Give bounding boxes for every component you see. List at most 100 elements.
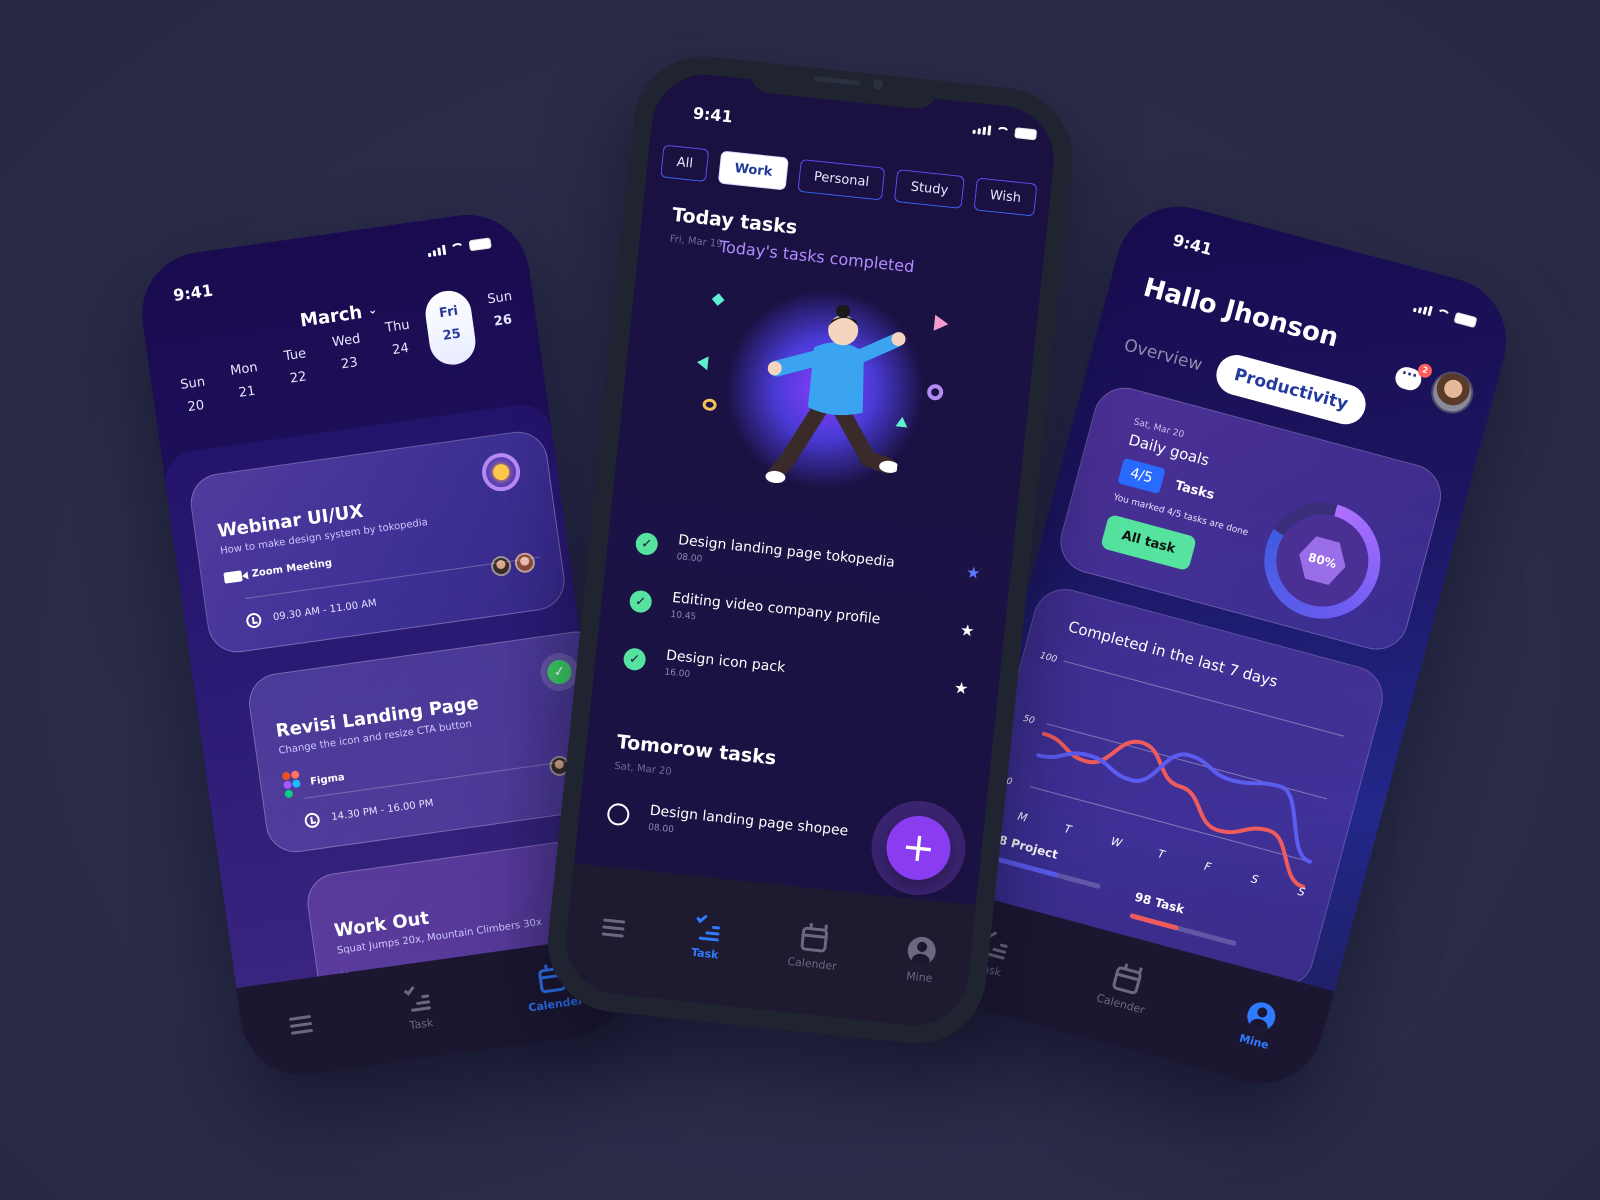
task-icon bbox=[694, 911, 721, 942]
day-sun-20[interactable]: Sun 20 bbox=[167, 359, 223, 439]
add-task-fab[interactable]: + bbox=[866, 796, 971, 900]
tab-menu[interactable] bbox=[289, 1014, 314, 1035]
battery-icon bbox=[1453, 311, 1478, 329]
event-time: 14.30 PM - 16.00 PM bbox=[303, 796, 435, 829]
task-progress-fill bbox=[1129, 912, 1179, 931]
y-tick-label: 50 bbox=[1022, 714, 1036, 727]
event-time-label: 14.30 PM - 16.00 PM bbox=[330, 797, 435, 824]
menu-icon bbox=[601, 917, 625, 938]
signal-icon bbox=[1412, 302, 1433, 317]
tab-label: Mine bbox=[1237, 1031, 1271, 1052]
tab-mine[interactable]: Mine bbox=[1237, 998, 1279, 1052]
messages-button[interactable]: ··· 2 bbox=[1392, 362, 1434, 393]
x-tick-label: T bbox=[1063, 822, 1074, 837]
empty-circle-checkbox[interactable] bbox=[606, 802, 631, 827]
day-name: Mon bbox=[229, 360, 259, 379]
filter-chips: All Work Personal Study Wish bbox=[660, 144, 1038, 217]
tab-calender[interactable]: Calender bbox=[787, 925, 841, 973]
calendar-icon bbox=[800, 925, 829, 953]
check-circle-icon[interactable]: ✓ bbox=[634, 531, 659, 556]
status-time: 9:41 bbox=[1170, 230, 1215, 260]
user-icon bbox=[1243, 998, 1279, 1033]
tab-calender[interactable]: Calender bbox=[1095, 962, 1154, 1016]
chevron-down-icon: ⌄ bbox=[366, 302, 378, 318]
tab-label: Calender bbox=[1095, 990, 1147, 1017]
event-time: 09.30 AM - 11.00 AM bbox=[245, 596, 377, 629]
day-wed-23[interactable]: Wed 23 bbox=[321, 316, 377, 396]
battery-icon bbox=[1014, 127, 1038, 141]
wifi-icon bbox=[995, 126, 1011, 138]
triangle-shape bbox=[933, 314, 950, 333]
all-task-button[interactable]: All task bbox=[1100, 513, 1197, 572]
day-number: 26 bbox=[492, 312, 513, 330]
day-tue-22[interactable]: Tue 22 bbox=[269, 331, 325, 411]
goal-ratio: 4/5 bbox=[1117, 457, 1166, 494]
day-mon-21[interactable]: Mon 21 bbox=[218, 345, 274, 425]
star-icon[interactable]: ★ bbox=[959, 620, 975, 640]
tab-label: Task bbox=[408, 1015, 435, 1032]
x-tick-label: W bbox=[1110, 835, 1125, 851]
day-name: Thu bbox=[384, 317, 411, 336]
avatar[interactable] bbox=[1426, 366, 1478, 419]
task-stat: 98 Task bbox=[1133, 889, 1186, 917]
filter-chip-all[interactable]: All bbox=[660, 144, 710, 183]
event-platform-label: Figma bbox=[309, 771, 346, 788]
menu-icon bbox=[289, 1014, 314, 1035]
wifi-icon bbox=[1435, 307, 1452, 322]
avatar bbox=[513, 551, 537, 575]
tab-task[interactable]: Task bbox=[690, 911, 723, 962]
star-icon[interactable]: ★ bbox=[953, 678, 969, 698]
tab-menu[interactable] bbox=[601, 917, 625, 938]
notification-badge: 2 bbox=[1416, 362, 1434, 380]
day-name: Sun bbox=[179, 374, 207, 393]
tab-task[interactable]: Task bbox=[404, 983, 435, 1032]
ring-shape bbox=[702, 398, 718, 412]
filter-chip-study[interactable]: Study bbox=[894, 169, 965, 209]
day-number: 22 bbox=[289, 369, 308, 387]
event-time-label: 09.30 AM - 11.00 AM bbox=[272, 597, 378, 624]
triangle-shape bbox=[895, 416, 909, 428]
day-name: Fri bbox=[438, 303, 460, 322]
day-name: Sun bbox=[486, 289, 514, 308]
status-icons bbox=[427, 237, 492, 258]
filter-chip-wish[interactable]: Wish bbox=[973, 177, 1038, 217]
tab-label: Calender bbox=[786, 954, 838, 973]
day-number: 24 bbox=[391, 340, 410, 359]
series-line-red bbox=[1042, 731, 1306, 889]
tab-overview[interactable]: Overview bbox=[1122, 335, 1204, 375]
progress-percent: 80% bbox=[1293, 533, 1351, 588]
y-tick-label: 100 bbox=[1039, 651, 1058, 665]
tab-label: Mine bbox=[905, 968, 934, 985]
x-tick-label: F bbox=[1203, 860, 1213, 874]
diamond-shape bbox=[711, 293, 725, 306]
status-time: 9:41 bbox=[692, 103, 734, 127]
tab-label: Task bbox=[690, 945, 720, 962]
gridline bbox=[1063, 660, 1344, 737]
status-icons bbox=[972, 123, 1038, 141]
check-circle-icon[interactable]: ✓ bbox=[628, 589, 653, 614]
x-tick-label: T bbox=[1156, 847, 1167, 862]
filter-chip-work[interactable]: Work bbox=[717, 150, 789, 191]
series-line-blue bbox=[1036, 751, 1312, 864]
signal-icon bbox=[972, 124, 992, 136]
tomorrow-date: Sat, Mar 20 bbox=[613, 760, 673, 778]
figma-icon bbox=[281, 770, 302, 799]
event-card[interactable]: Webinar UI/UX How to make design system b… bbox=[186, 427, 569, 657]
avatar bbox=[489, 554, 513, 578]
x-tick-label: S bbox=[1250, 872, 1260, 886]
tasks-screen: 9:41 All Work Personal Study Wish Today task… bbox=[560, 69, 1060, 1031]
plus-icon: + bbox=[883, 812, 954, 884]
day-name: Wed bbox=[331, 331, 362, 351]
task-icon bbox=[404, 983, 432, 1013]
star-icon[interactable]: ★ bbox=[965, 563, 981, 583]
x-tick-label: S bbox=[1296, 885, 1306, 899]
status-icons bbox=[1412, 301, 1478, 329]
check-circle-icon[interactable]: ✓ bbox=[622, 647, 647, 672]
signal-icon bbox=[427, 244, 447, 258]
tab-mine[interactable]: Mine bbox=[905, 935, 938, 985]
filter-chip-personal[interactable]: Personal bbox=[797, 158, 886, 201]
day-number: 21 bbox=[237, 383, 257, 401]
stage: 9:41 March ⌄ Sun 20 Mon 21 Tue 22 Wed 23 Thu 24 Fri… bbox=[0, 0, 1600, 1200]
clock-icon bbox=[245, 612, 263, 629]
day-name: Tue bbox=[283, 346, 308, 365]
